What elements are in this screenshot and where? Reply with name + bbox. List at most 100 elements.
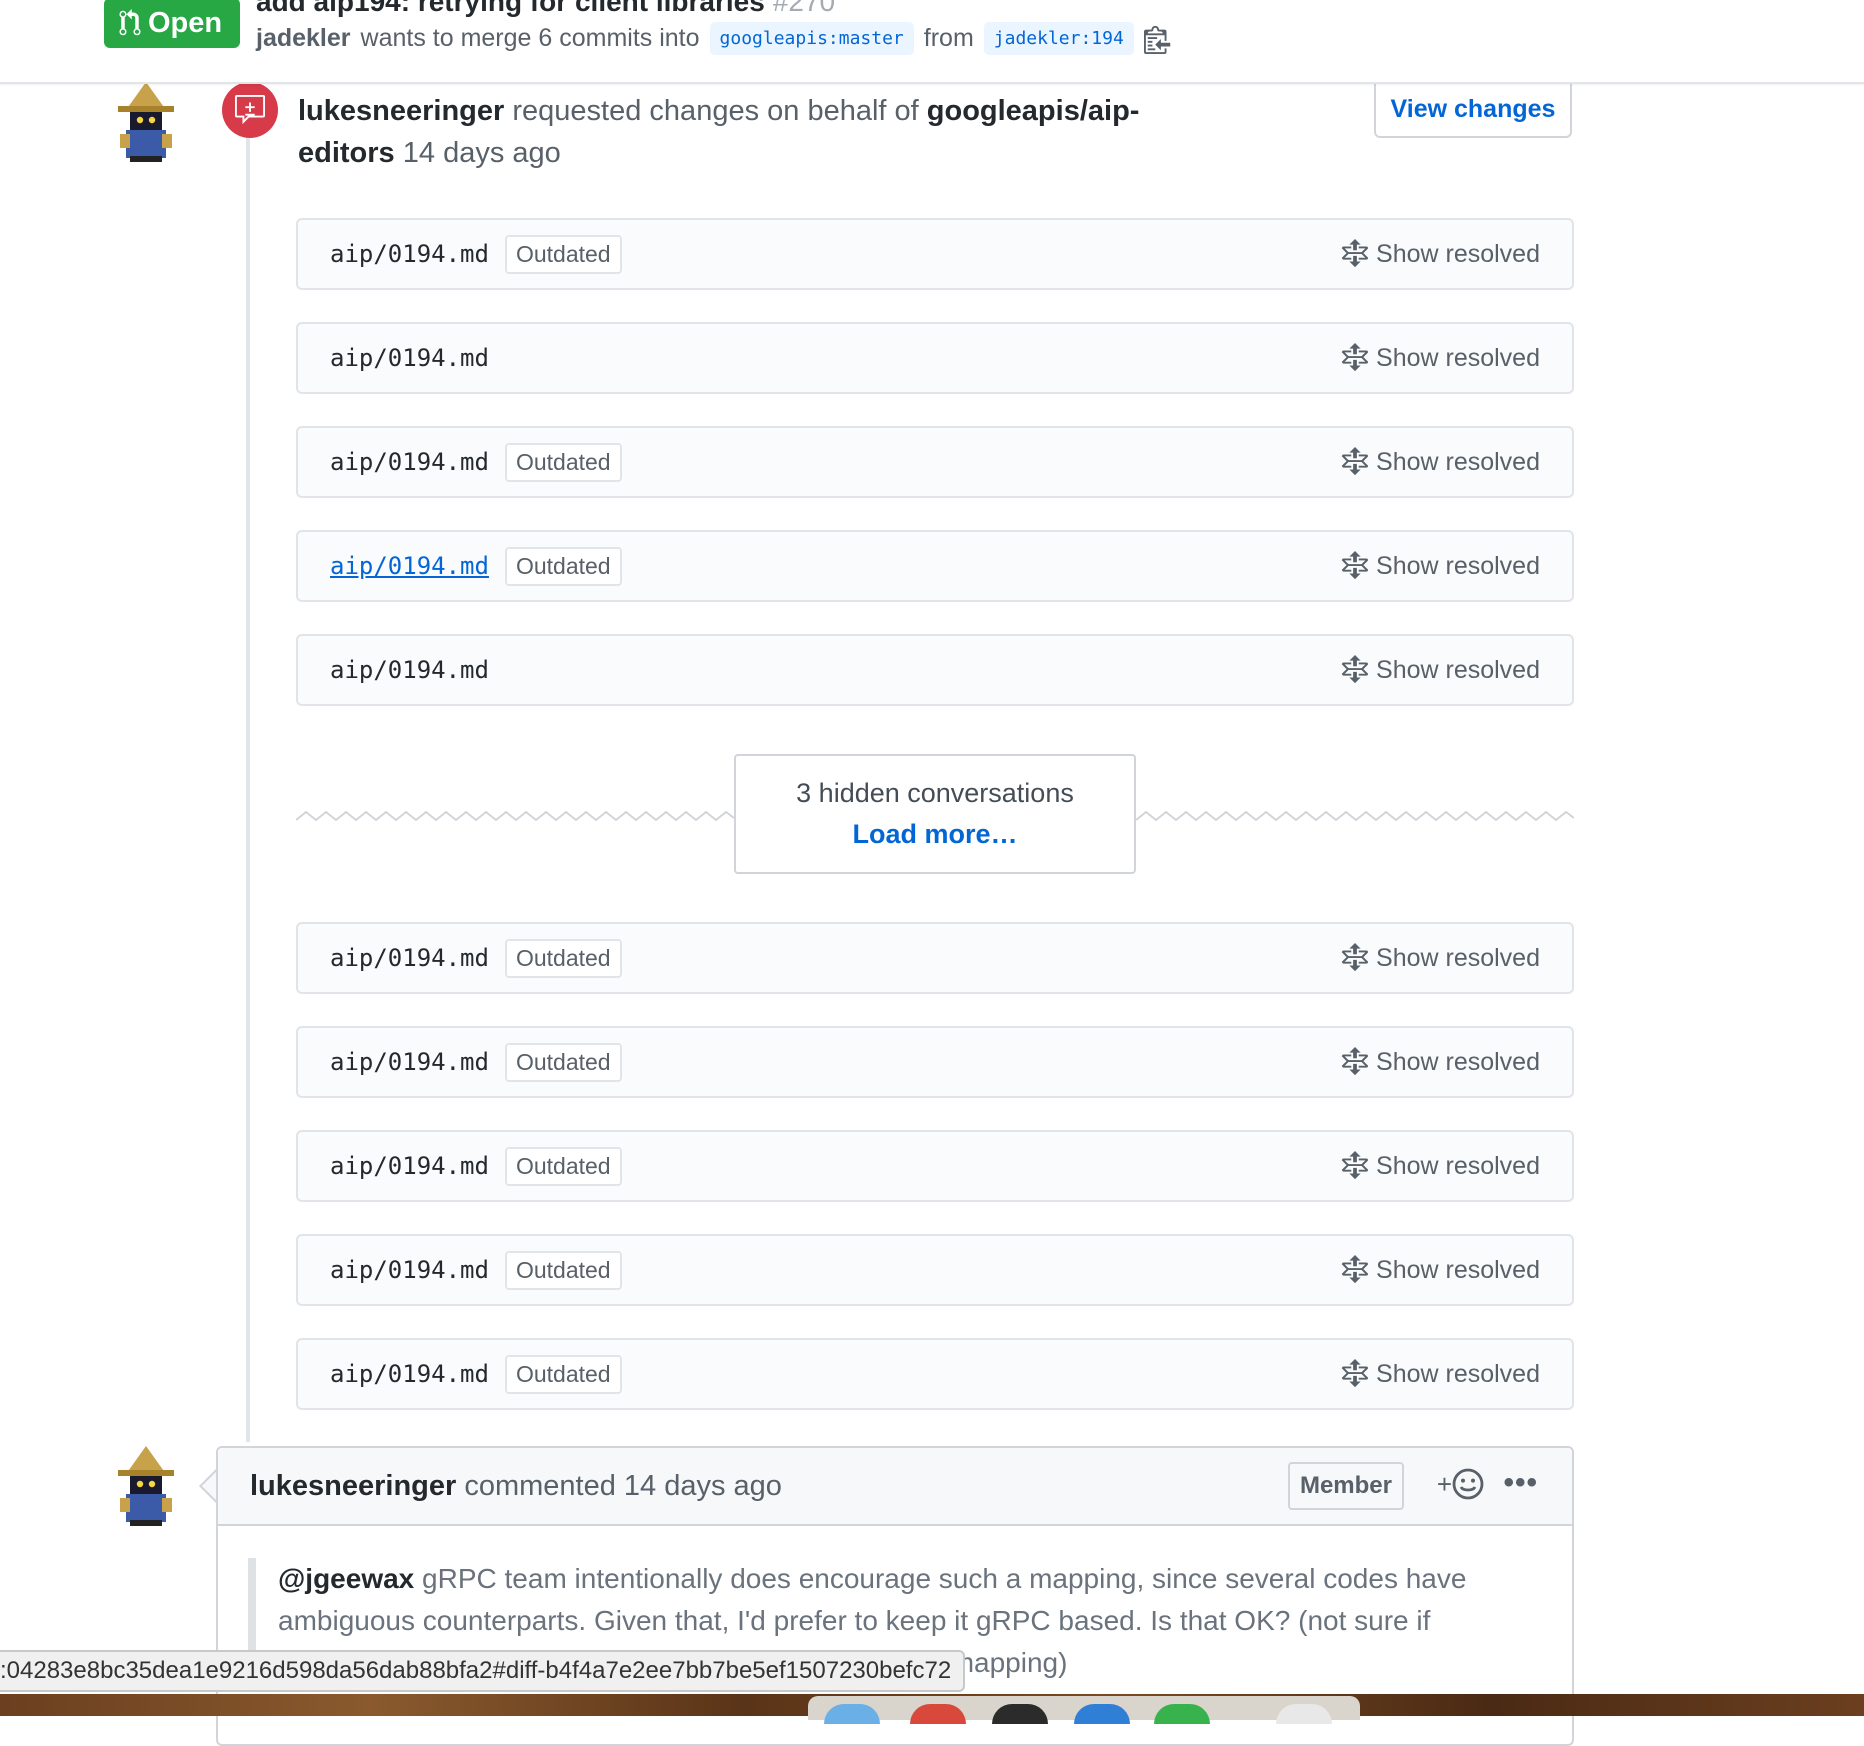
dock-app-icon[interactable] bbox=[910, 1704, 966, 1724]
show-resolved-button[interactable]: Show resolved bbox=[1340, 532, 1540, 600]
show-resolved-button[interactable]: Show resolved bbox=[1340, 324, 1540, 392]
add-reaction-button[interactable]: + bbox=[1437, 1468, 1484, 1500]
pr-merge-text: wants to merge 6 commits into bbox=[360, 24, 700, 52]
show-resolved-label: Show resolved bbox=[1376, 447, 1540, 476]
dock-app-icon[interactable] bbox=[992, 1704, 1048, 1724]
git-pull-request-icon bbox=[119, 9, 141, 36]
mention-link[interactable]: @jgeewax bbox=[278, 1563, 414, 1594]
dock-app-icon[interactable] bbox=[1074, 1704, 1130, 1724]
unfold-icon bbox=[1341, 943, 1369, 972]
file-path-link[interactable]: aip/0194.md bbox=[330, 344, 489, 372]
review-author-link[interactable]: lukesneeringer bbox=[298, 95, 504, 127]
unfold-icon bbox=[1341, 655, 1369, 684]
file-path-link[interactable]: aip/0194.md bbox=[330, 448, 489, 476]
review-thread-row: aip/0194.md Outdated Show resolved bbox=[296, 218, 1574, 290]
outdated-badge: Outdated bbox=[504, 1354, 622, 1394]
show-resolved-button[interactable]: Show resolved bbox=[1340, 428, 1540, 496]
comment-body-line2: ambiguous counterparts. Given that, I'd … bbox=[278, 1605, 1431, 1636]
hidden-conversations-box: 3 hidden conversations Load more… bbox=[734, 754, 1136, 874]
show-resolved-button[interactable]: Show resolved bbox=[1340, 924, 1540, 992]
outdated-badge: Outdated bbox=[504, 1042, 622, 1082]
dock-app-icon[interactable] bbox=[1154, 1704, 1210, 1724]
review-thread-row: aip/0194.md Outdated Show resolved bbox=[296, 426, 1574, 498]
comment-action: commented bbox=[464, 1469, 616, 1502]
pr-meta: jadekler wants to merge 6 commits into g… bbox=[256, 22, 1174, 55]
status-bar-url: :04283e8bc35dea1e9216d598da56dab88bfa2#d… bbox=[0, 1650, 966, 1692]
comment-author-link[interactable]: lukesneeringer bbox=[250, 1470, 456, 1503]
request-changes-icon bbox=[222, 82, 278, 138]
review-thread-row: aip/0194.md Outdated Show resolved bbox=[296, 922, 1574, 994]
dock bbox=[808, 1696, 1360, 1724]
file-path-link[interactable]: aip/0194.md bbox=[330, 656, 489, 684]
file-path-link[interactable]: aip/0194.md bbox=[330, 1048, 489, 1076]
smiley-icon bbox=[1452, 1468, 1484, 1500]
review-action-text: requested changes on behalf of bbox=[512, 95, 919, 127]
file-path-link[interactable]: aip/0194.md bbox=[330, 240, 489, 268]
file-path-link[interactable]: aip/0194.md bbox=[330, 552, 489, 580]
file-path-link[interactable]: aip/0194.md bbox=[330, 944, 489, 972]
review-time[interactable]: 14 days ago bbox=[403, 137, 561, 169]
show-resolved-label: Show resolved bbox=[1376, 343, 1540, 372]
show-resolved-label: Show resolved bbox=[1376, 655, 1540, 684]
unfold-icon bbox=[1341, 1047, 1369, 1076]
show-resolved-button[interactable]: Show resolved bbox=[1340, 1132, 1540, 1200]
review-thread-row: aip/0194.md Outdated Show resolved bbox=[296, 530, 1574, 602]
head-branch[interactable]: jadekler:194 bbox=[983, 22, 1134, 55]
show-resolved-label: Show resolved bbox=[1376, 1151, 1540, 1180]
pr-title-text: add aip194: retrying for client librarie… bbox=[256, 0, 765, 17]
avatar[interactable] bbox=[110, 82, 182, 162]
outdated-badge: Outdated bbox=[504, 938, 622, 978]
comment-body-line1: gRPC team intentionally does encourage s… bbox=[422, 1563, 1467, 1594]
show-resolved-label: Show resolved bbox=[1376, 1047, 1540, 1076]
show-resolved-button[interactable]: Show resolved bbox=[1340, 1236, 1540, 1304]
file-path-link[interactable]: aip/0194.md bbox=[330, 1360, 489, 1388]
show-resolved-button[interactable]: Show resolved bbox=[1340, 636, 1540, 704]
unfold-icon bbox=[1341, 1359, 1369, 1388]
dock-app-icon[interactable] bbox=[824, 1704, 880, 1724]
outdated-badge: Outdated bbox=[504, 1146, 622, 1186]
member-badge: Member bbox=[1287, 1462, 1404, 1510]
clipboard-icon[interactable] bbox=[1143, 24, 1174, 54]
comment-time[interactable]: 14 days ago bbox=[624, 1470, 782, 1503]
file-path-link[interactable]: aip/0194.md bbox=[330, 1152, 489, 1180]
load-more-button[interactable]: Load more… bbox=[736, 819, 1134, 850]
pr-author-link[interactable]: jadekler bbox=[256, 24, 351, 53]
avatar[interactable] bbox=[110, 1446, 182, 1526]
outdated-badge: Outdated bbox=[504, 234, 622, 274]
show-resolved-label: Show resolved bbox=[1376, 1359, 1540, 1388]
dock-app-icon[interactable] bbox=[1276, 1704, 1332, 1724]
review-summary: lukesneeringer requested changes on beha… bbox=[298, 90, 1198, 174]
review-thread-row: aip/0194.md Outdated Show resolved bbox=[296, 1026, 1574, 1098]
review-thread-row: aip/0194.md Outdated Show resolved bbox=[296, 1234, 1574, 1306]
hidden-divider-right bbox=[1136, 810, 1574, 822]
unfold-icon bbox=[1341, 239, 1369, 268]
outdated-badge: Outdated bbox=[504, 442, 622, 482]
file-path-link[interactable]: aip/0194.md bbox=[330, 1256, 489, 1284]
unfold-icon bbox=[1341, 551, 1369, 580]
show-resolved-button[interactable]: Show resolved bbox=[1340, 1340, 1540, 1408]
view-changes-button[interactable]: View changes bbox=[1374, 82, 1572, 138]
review-thread-row: aip/0194.md Show resolved bbox=[296, 634, 1574, 706]
review-thread-row: aip/0194.md Show resolved bbox=[296, 322, 1574, 394]
kebab-menu-icon[interactable]: ••• bbox=[1503, 1466, 1538, 1500]
review-thread-row: aip/0194.md Outdated Show resolved bbox=[296, 1338, 1574, 1410]
hidden-conversations-count: 3 hidden conversations bbox=[796, 778, 1074, 808]
show-resolved-label: Show resolved bbox=[1376, 1255, 1540, 1284]
unfold-icon bbox=[1341, 1151, 1369, 1180]
pr-number: #270 bbox=[772, 0, 836, 17]
show-resolved-button[interactable]: Show resolved bbox=[1340, 220, 1540, 288]
outdated-badge: Outdated bbox=[504, 1250, 622, 1290]
timeline-line bbox=[246, 82, 250, 1442]
show-resolved-button[interactable]: Show resolved bbox=[1340, 1028, 1540, 1096]
pr-sticky-header: Open add aip194: retrying for client lib… bbox=[0, 0, 1864, 84]
review-thread-row: aip/0194.md Outdated Show resolved bbox=[296, 1130, 1574, 1202]
base-branch[interactable]: googleapis:master bbox=[709, 22, 914, 55]
pr-state-label: Open bbox=[148, 6, 223, 39]
show-resolved-label: Show resolved bbox=[1376, 943, 1540, 972]
plus-icon: + bbox=[1436, 1468, 1452, 1499]
outdated-badge: Outdated bbox=[504, 546, 622, 586]
hidden-divider-left bbox=[296, 810, 734, 822]
pr-from-text: from bbox=[923, 24, 974, 52]
pr-title: add aip194: retrying for client librarie… bbox=[256, 0, 835, 18]
show-resolved-label: Show resolved bbox=[1376, 551, 1540, 580]
